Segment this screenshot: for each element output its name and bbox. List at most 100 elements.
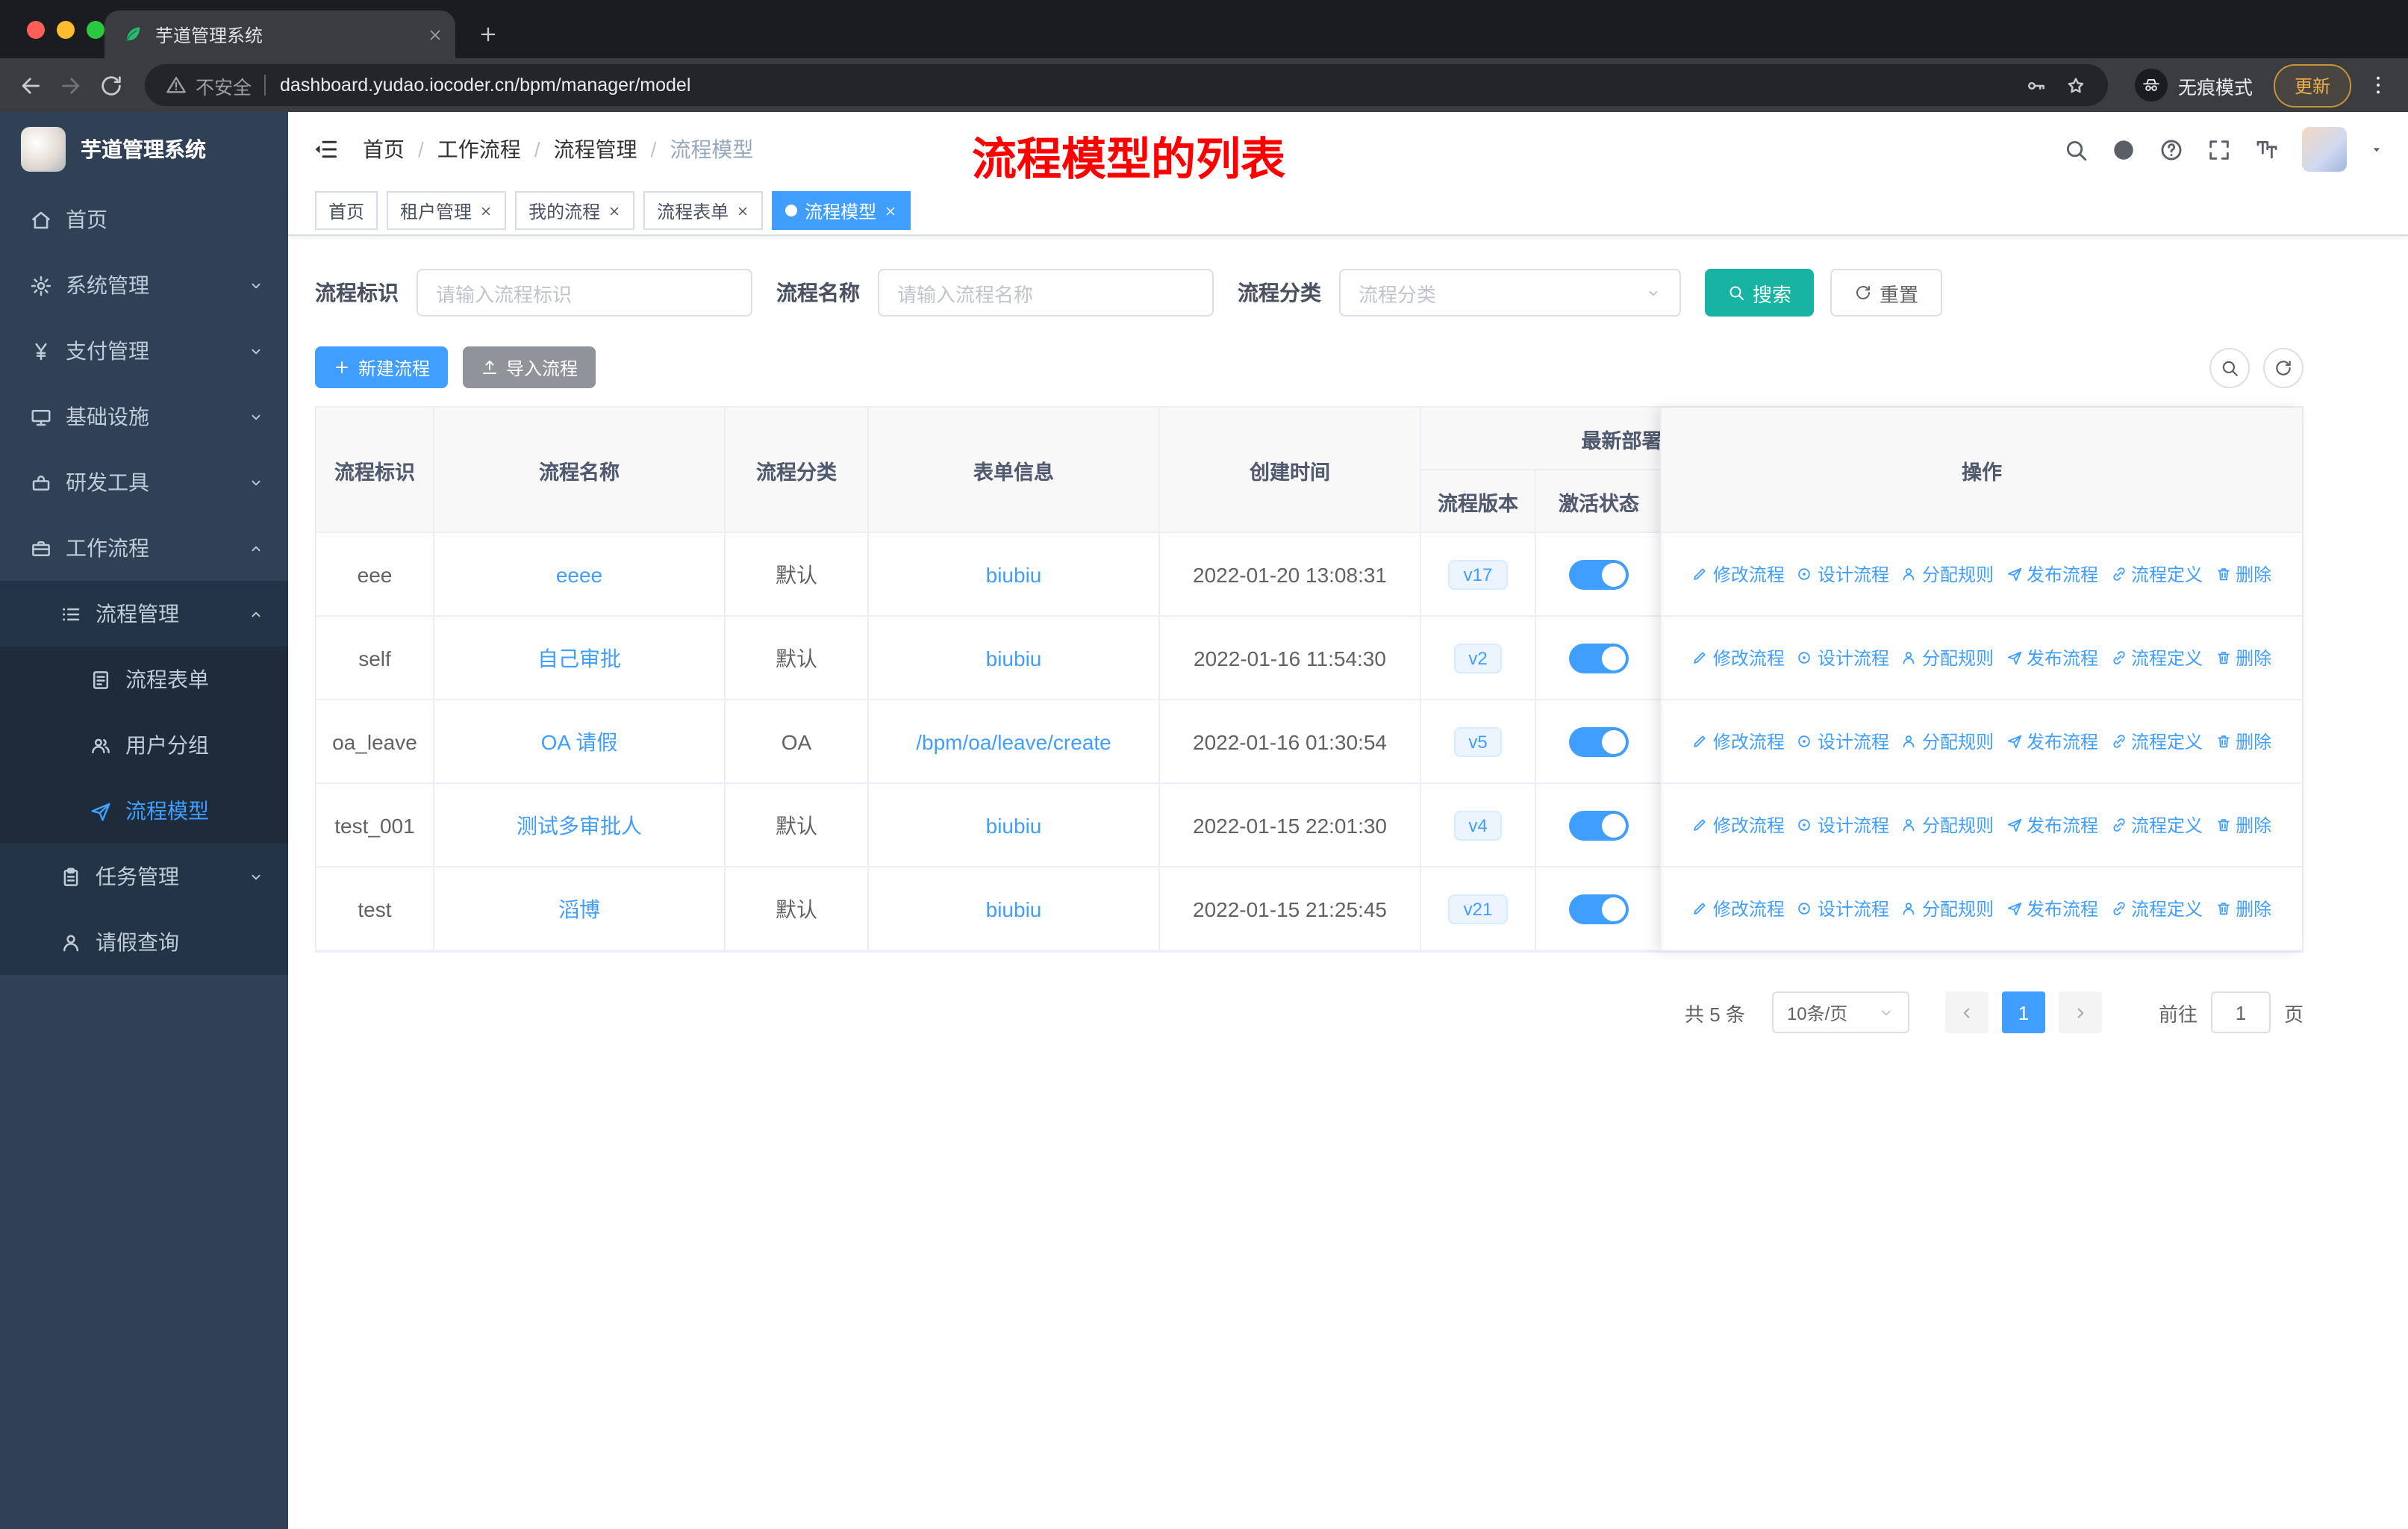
- process-id-input[interactable]: 请输入流程标识: [417, 269, 752, 317]
- url-text[interactable]: dashboard.yudao.iocoder.cn/bpm/manager/m…: [280, 75, 690, 96]
- modify-process-link[interactable]: 修改流程: [1692, 729, 1785, 754]
- process-name-link[interactable]: OA 请假: [541, 729, 618, 753]
- delete-link[interactable]: 删除: [2215, 561, 2271, 587]
- design-process-link[interactable]: 设计流程: [1797, 729, 1889, 754]
- help-icon[interactable]: [2159, 137, 2184, 162]
- publish-process-link[interactable]: 发布流程: [2006, 896, 2098, 921]
- process-name-input[interactable]: 请输入流程名称: [878, 269, 1214, 317]
- sidebar-item-payment[interactable]: 支付管理: [0, 318, 288, 384]
- close-tag-icon[interactable]: [608, 204, 621, 217]
- active-toggle[interactable]: [1569, 810, 1629, 840]
- close-tag-icon[interactable]: [736, 204, 749, 217]
- modify-process-link[interactable]: 修改流程: [1692, 812, 1785, 838]
- process-name-link[interactable]: 测试多审批人: [517, 813, 642, 837]
- collapse-sidebar-icon[interactable]: [312, 136, 339, 163]
- tab-my-process[interactable]: 我的流程: [515, 191, 635, 230]
- next-page-button[interactable]: [2058, 991, 2102, 1033]
- page-number-button[interactable]: 1: [2001, 991, 2045, 1033]
- tab-process-form[interactable]: 流程表单: [643, 191, 764, 230]
- sidebar-item-home[interactable]: 首页: [0, 187, 288, 252]
- process-category-select[interactable]: 流程分类: [1339, 269, 1681, 317]
- sidebar-item-leave-query[interactable]: 请假查询: [0, 909, 288, 975]
- minimize-window-button[interactable]: [57, 20, 75, 38]
- create-process-button[interactable]: 新建流程: [315, 346, 449, 388]
- sidebar-item-user-group[interactable]: 用户分组: [0, 712, 288, 778]
- security-label[interactable]: 不安全: [196, 71, 252, 99]
- new-tab-button[interactable]: [478, 24, 499, 45]
- form-info-link[interactable]: biubiu: [986, 646, 1042, 670]
- page-size-select[interactable]: 10条/页: [1771, 991, 1909, 1033]
- tab-home[interactable]: 首页: [315, 191, 378, 230]
- sidebar-item-infrastructure[interactable]: 基础设施: [0, 384, 288, 449]
- form-info-link[interactable]: biubiu: [986, 897, 1042, 921]
- breadcrumb-item[interactable]: 流程管理: [554, 134, 637, 164]
- design-process-link[interactable]: 设计流程: [1797, 645, 1889, 670]
- process-definition-link[interactable]: 流程定义: [2110, 812, 2203, 838]
- delete-link[interactable]: 删除: [2215, 645, 2271, 670]
- delete-link[interactable]: 删除: [2215, 812, 2271, 838]
- refresh-table-button[interactable]: [2263, 347, 2303, 387]
- breadcrumb-item[interactable]: 工作流程: [437, 134, 521, 164]
- tab-process-model[interactable]: 流程模型: [772, 191, 911, 230]
- delete-link[interactable]: 删除: [2215, 896, 2271, 921]
- form-info-link[interactable]: biubiu: [986, 562, 1042, 586]
- assign-rule-link[interactable]: 分配规则: [1901, 645, 1994, 670]
- publish-process-link[interactable]: 发布流程: [2006, 645, 2098, 670]
- modify-process-link[interactable]: 修改流程: [1692, 645, 1785, 670]
- search-icon[interactable]: [2063, 137, 2089, 162]
- forward-icon[interactable]: [58, 72, 84, 98]
- modify-process-link[interactable]: 修改流程: [1692, 561, 1785, 587]
- sidebar-item-devtools[interactable]: 研发工具: [0, 449, 288, 515]
- assign-rule-link[interactable]: 分配规则: [1901, 561, 1994, 587]
- process-name-link[interactable]: 自己审批: [537, 646, 621, 670]
- design-process-link[interactable]: 设计流程: [1797, 812, 1889, 838]
- reload-icon[interactable]: [99, 72, 124, 98]
- reset-button[interactable]: 重置: [1830, 269, 1943, 317]
- sidebar-item-workflow[interactable]: 工作流程: [0, 515, 288, 581]
- github-icon[interactable]: [2111, 137, 2136, 162]
- app-logo[interactable]: 芋道管理系统: [0, 112, 288, 187]
- close-tag-icon[interactable]: [479, 204, 493, 217]
- sidebar-item-process-management[interactable]: 流程管理: [0, 581, 288, 647]
- address-bar[interactable]: 不安全 dashboard.yudao.iocoder.cn/bpm/manag…: [145, 64, 2108, 106]
- sidebar-item-task-management[interactable]: 任务管理: [0, 844, 288, 909]
- sidebar-item-system[interactable]: 系统管理: [0, 252, 288, 318]
- import-process-button[interactable]: 导入流程: [463, 346, 596, 388]
- process-definition-link[interactable]: 流程定义: [2110, 729, 2203, 754]
- toggle-search-button[interactable]: [2209, 347, 2250, 387]
- modify-process-link[interactable]: 修改流程: [1692, 896, 1785, 921]
- close-tab-icon[interactable]: [427, 26, 443, 43]
- goto-page-input[interactable]: 1: [2210, 991, 2271, 1033]
- bookmark-star-icon[interactable]: [2065, 74, 2087, 96]
- close-window-button[interactable]: [27, 20, 45, 38]
- design-process-link[interactable]: 设计流程: [1797, 896, 1889, 921]
- publish-process-link[interactable]: 发布流程: [2006, 729, 2098, 754]
- search-button[interactable]: 搜索: [1705, 269, 1815, 317]
- active-toggle[interactable]: [1569, 559, 1629, 589]
- avatar[interactable]: [2302, 127, 2347, 172]
- process-definition-link[interactable]: 流程定义: [2110, 561, 2203, 587]
- font-size-icon[interactable]: [2254, 137, 2280, 162]
- delete-link[interactable]: 删除: [2215, 729, 2271, 754]
- active-toggle[interactable]: [1569, 643, 1629, 673]
- process-definition-link[interactable]: 流程定义: [2110, 645, 2203, 670]
- process-definition-link[interactable]: 流程定义: [2110, 896, 2203, 921]
- form-info-link[interactable]: biubiu: [986, 813, 1042, 837]
- browser-tab[interactable]: 芋道管理系统: [105, 10, 455, 58]
- design-process-link[interactable]: 设计流程: [1797, 561, 1889, 587]
- assign-rule-link[interactable]: 分配规则: [1901, 729, 1994, 754]
- breadcrumb-item[interactable]: 首页: [363, 134, 405, 164]
- process-name-link[interactable]: 滔博: [558, 897, 600, 921]
- active-toggle[interactable]: [1569, 894, 1629, 924]
- sidebar-item-process-model[interactable]: 流程模型: [0, 778, 288, 844]
- active-toggle[interactable]: [1569, 726, 1629, 756]
- close-tag-icon[interactable]: [884, 204, 897, 217]
- form-info-link[interactable]: /bpm/oa/leave/create: [916, 729, 1111, 753]
- zoom-window-button[interactable]: [87, 20, 105, 38]
- password-key-icon[interactable]: [2024, 74, 2047, 96]
- publish-process-link[interactable]: 发布流程: [2006, 561, 2098, 587]
- prev-page-button[interactable]: [1944, 991, 1989, 1033]
- assign-rule-link[interactable]: 分配规则: [1901, 896, 1994, 921]
- publish-process-link[interactable]: 发布流程: [2006, 812, 2098, 838]
- assign-rule-link[interactable]: 分配规则: [1901, 812, 1994, 838]
